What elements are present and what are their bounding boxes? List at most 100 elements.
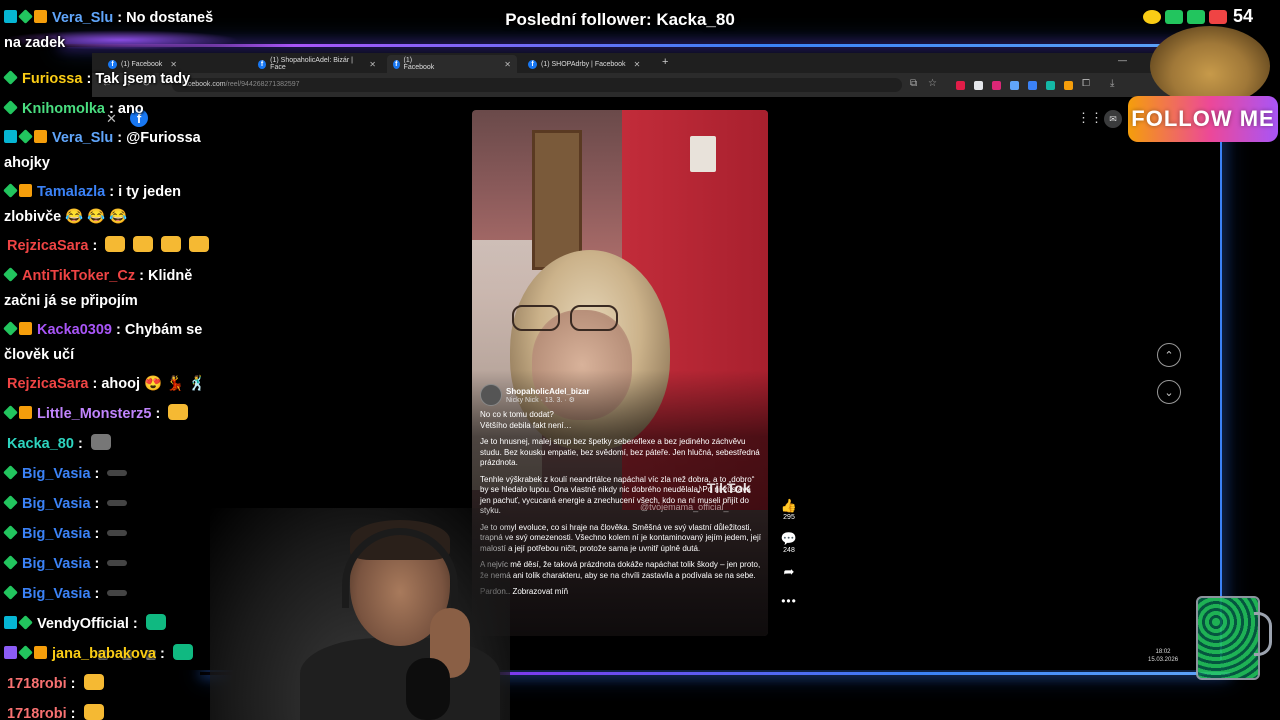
chat-username[interactable]: Kacka_80 <box>7 436 74 452</box>
tab-bar: f (1) Facebook ✕ f (1) ShopaholicAdel: B… <box>92 53 1220 73</box>
mug-handle <box>1254 612 1272 656</box>
messenger-icon[interactable]: ✉ <box>1104 110 1122 128</box>
avatar[interactable] <box>480 384 502 406</box>
extension-icon[interactable] <box>974 81 983 90</box>
chat-username[interactable]: AntiTikToker_Cz <box>22 268 135 284</box>
chat-badge-icon <box>19 322 32 335</box>
download-icon[interactable]: ⤓ <box>1110 78 1114 89</box>
url-path: /reel/944268271382597 <box>225 81 300 88</box>
viewer-count: 54 <box>1233 6 1254 26</box>
chat-username[interactable]: jana_babakova <box>52 646 156 662</box>
tab-shopadrby[interactable]: f (1) SHOPAdrby | Facebook ✕ <box>522 55 657 73</box>
chat-username[interactable]: RejzicaSara <box>7 376 88 392</box>
chat-text: ano <box>117 101 144 117</box>
chat-username[interactable]: Vera_Slu <box>52 10 113 26</box>
chat-separator: : <box>90 466 104 482</box>
chat-message: RejzicaSara : <box>4 234 234 259</box>
install-icon[interactable]: ⧉ <box>910 78 917 89</box>
chat-message: AntiTikToker_Cz : Klidně začni já se přip… <box>3 264 234 314</box>
chat-separator: : <box>105 184 119 200</box>
chat-username[interactable]: Big_Vasia <box>22 496 91 512</box>
post-header: ShopaholicAdel_bizar Nicky Nick · 13. 3.… <box>480 384 590 406</box>
chat-username[interactable]: Big_Vasia <box>22 466 91 482</box>
toad-mascot <box>1150 26 1270 106</box>
youtube-icon <box>1209 9 1227 24</box>
chat-badge-icon <box>4 130 17 143</box>
minimize-icon[interactable]: — <box>1118 55 1127 65</box>
extension-icon[interactable] <box>1046 81 1055 90</box>
chevron-down-icon: ⌄ <box>1164 386 1174 399</box>
video-box <box>690 136 716 172</box>
extension-icon[interactable] <box>992 81 1001 90</box>
tab-label: (1) Facebook <box>403 57 435 71</box>
chat-username[interactable]: 1718robi <box>7 676 67 692</box>
webcam-feed <box>210 508 510 720</box>
chat-separator: : <box>113 130 127 146</box>
tab-facebook-active[interactable]: f (1) Facebook ✕ <box>387 55 517 73</box>
like-icon[interactable]: 👍 <box>778 498 800 514</box>
chat-username[interactable]: Vera_Slu <box>52 130 113 146</box>
chat-username[interactable]: RejzicaSara <box>7 238 88 254</box>
caption-paragraph: No co k tomu dodat? Většího debila fakt … <box>480 410 572 430</box>
extension-icon[interactable] <box>1028 81 1037 90</box>
next-reel-button[interactable]: ⌄ <box>1157 380 1181 404</box>
reel-video[interactable]: ♪ TikTok @tvojemama_official_ Shopaholic… <box>472 110 768 636</box>
chat-message: Big_Vasia : <box>3 492 234 517</box>
microphone <box>406 658 450 720</box>
chat-username[interactable]: Big_Vasia <box>22 556 91 572</box>
chat-separator: : <box>73 436 87 452</box>
chat-message: 1718robi : <box>4 672 234 697</box>
close-icon[interactable]: ✕ <box>504 60 511 69</box>
close-icon[interactable]: ✕ <box>634 60 641 69</box>
post-author[interactable]: ShopaholicAdel_bizar <box>506 387 590 396</box>
reel-actions: 👍 295 💬 248 ➦ ••• <box>778 498 800 608</box>
chat-username[interactable]: VendyOfficial <box>37 616 129 632</box>
chat-badge-icon <box>34 130 47 143</box>
chat-username[interactable]: 1718robi <box>7 706 67 720</box>
chat-badge-icon <box>18 645 33 660</box>
caption-paragraph: A nejvíc mě děsí, že taková prázdnota do… <box>480 560 761 580</box>
chat-username[interactable]: Furiossa <box>22 71 82 87</box>
follow-me-banner: FOLLOW ME <box>1128 96 1278 142</box>
chat-username[interactable]: Little_Monsterz5 <box>37 406 151 422</box>
chat-badge-icon <box>4 646 17 659</box>
chat-username[interactable]: Big_Vasia <box>22 526 91 542</box>
share-icon[interactable]: ➦ <box>778 564 800 580</box>
chat-emote-icon <box>107 530 128 536</box>
more-options-icon[interactable]: ••• <box>778 594 800 608</box>
last-follower-banner: Poslední follower: Kacka_80 <box>505 10 735 29</box>
chat-username[interactable]: Big_Vasia <box>22 586 91 602</box>
chat-username[interactable]: Tamalazla <box>37 184 105 200</box>
chat-emote-icon <box>161 236 182 252</box>
green-icon <box>1165 9 1183 24</box>
video-frame <box>532 130 582 270</box>
previous-reel-button[interactable]: ⌃ <box>1157 343 1181 367</box>
chat-message: Big_Vasia : <box>3 582 234 607</box>
url-field[interactable]: facebook.com/reel/944268271382597 <box>172 78 902 92</box>
chat-badge-icon <box>3 555 18 570</box>
chat-message: Tamalazla : i ty jeden zlobivče 😂 😂 😂 <box>3 180 234 230</box>
chat-username[interactable]: Knihomolka <box>22 101 105 117</box>
new-tab-button[interactable]: + <box>662 56 668 68</box>
chat-separator: : <box>104 101 118 117</box>
comment-icon[interactable]: 💬 <box>778 531 800 547</box>
chat-text: ahooj 😍 💃 🕺 <box>101 376 207 392</box>
chat-separator: : <box>135 268 148 284</box>
chat-text: ahojky <box>4 155 50 171</box>
see-less-link[interactable]: Pardon.. Zobrazovat míň <box>480 587 762 598</box>
extension-icon[interactable] <box>956 81 965 90</box>
bookmark-star-icon[interactable]: ☆ <box>928 78 937 89</box>
chat-message: Vera_Slu : No dostaneš na zadek <box>4 6 234 56</box>
chat-separator: : <box>151 406 165 422</box>
chat-emote-icon <box>105 236 126 252</box>
extensions-puzzle-icon[interactable]: ⧠ <box>1082 78 1090 89</box>
chat-separator: : <box>113 10 127 26</box>
social-counter: 54 <box>1143 6 1253 27</box>
chat-username[interactable]: Kacka0309 <box>37 322 112 338</box>
extension-icon[interactable] <box>1064 81 1073 90</box>
chat-badge-icon <box>18 129 33 144</box>
chat-text: Tak jsem tady <box>95 71 191 87</box>
close-icon[interactable]: ✕ <box>369 60 376 69</box>
extension-icon[interactable] <box>1010 81 1019 90</box>
tab-shopaholic[interactable]: f (1) ShopaholicAdel: Bizár | Face ✕ <box>252 55 382 73</box>
